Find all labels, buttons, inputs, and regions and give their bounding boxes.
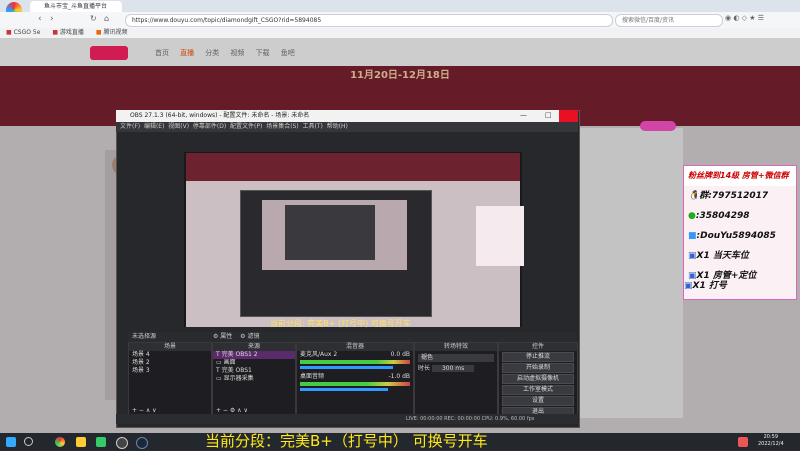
tray-icon[interactable]: [738, 437, 748, 447]
stream-subtitle: 当前分段：完美B+（打号中） 可换号开车: [205, 432, 488, 450]
mixer-meter: [300, 360, 410, 364]
menu-view[interactable]: 视图(V): [168, 123, 189, 130]
forward-icon[interactable]: ›: [50, 14, 54, 24]
bookmarks-bar: ■ CSGO 5e ■ 游戏直播 ■ 腾讯视频: [0, 28, 800, 38]
scenes-header: 场景: [129, 343, 211, 351]
controls-dock: 控件 停止推流 开始录制 启动虚拟摄像机 工作室模式 设置 退出: [498, 342, 578, 417]
obs-window-title: OBS 27.1.3 (64-bit, windows) - 配置文件: 未命名…: [130, 112, 310, 119]
source-item[interactable]: ▭ 显示器采集: [213, 375, 295, 383]
scene-item[interactable]: 场景 3: [129, 367, 211, 375]
transitions-dock: 转场特效 褪色 时长 300 ms: [414, 342, 498, 416]
windows-start-icon[interactable]: [6, 437, 16, 447]
volume-slider[interactable]: [300, 388, 389, 391]
search-input[interactable]: 搜索微信/百度/资讯: [615, 14, 723, 27]
bookmark-icon: ■: [52, 29, 58, 36]
menu-help[interactable]: 帮助(H): [327, 123, 348, 130]
address-bar[interactable]: https://www.douyu.com/topic/diamondgift_…: [125, 14, 613, 27]
clock-time: 20:59: [763, 434, 779, 440]
source-toolbar: 未选择源 ⚙ 属性 ⚙ 滤镜: [128, 332, 576, 342]
steam-icon[interactable]: [136, 437, 148, 449]
volume-slider[interactable]: [300, 366, 393, 369]
bookmark-icon: ■: [6, 29, 12, 36]
chrome-icon[interactable]: [55, 437, 65, 447]
preview-banner: [186, 153, 520, 181]
home-icon[interactable]: ⌂: [104, 14, 109, 23]
obs-close-icon[interactable]: [559, 110, 578, 122]
no-source-label: 未选择源: [132, 333, 157, 340]
duration-input[interactable]: 300 ms: [431, 365, 475, 372]
sources-header: 来源: [213, 343, 295, 351]
mixer-channel-name: 桌面音频 -1.0 dB: [300, 373, 410, 380]
douyu-icon: ■: [688, 231, 697, 241]
mixer-channel-name: 麦克风/Aux 2 0.0 dB: [300, 351, 410, 358]
side-line-douyu: ■:DouYu5894085: [688, 231, 776, 241]
menu-edit[interactable]: 编辑(E): [144, 123, 164, 130]
transition-select[interactable]: 褪色: [418, 354, 494, 362]
bookmark-icon: ■: [95, 29, 102, 36]
filters-button[interactable]: ⚙ 滤镜: [240, 333, 259, 340]
taskbar-clock[interactable]: 20:59 2022/12/4: [758, 434, 784, 448]
virtual-camera-button[interactable]: 启动虚拟摄像机: [502, 374, 574, 384]
side-panel-title: 粉丝牌到14级 房管+微信群: [684, 166, 796, 186]
tab-title: 鱼斗市宝_斗鱼直播平台: [44, 3, 108, 10]
search-icon[interactable]: [24, 437, 33, 446]
obs-title-bar: OBS 27.1.3 (64-bit, windows) - 配置文件: 未命名…: [116, 110, 578, 122]
controls-header: 控件: [499, 343, 577, 351]
start-recording-button[interactable]: 开始录制: [502, 363, 574, 373]
sources-dock: 来源 T 完美 OBS1 2 ▭ 画面 T 完美 OBS1 ▭ 显示器采集 + …: [212, 342, 296, 416]
obs-status-bar: LIVE: 00:00:00 REC: 00:00:00 CPU: 0.9%, …: [116, 414, 578, 424]
extensions-icon[interactable]: ◉ ◐ ◇ ★ ☰: [725, 14, 785, 25]
reload-icon[interactable]: ↻: [90, 14, 97, 23]
card-icon: ▣: [688, 251, 697, 261]
settings-button[interactable]: 设置: [502, 396, 574, 406]
studio-mode-button[interactable]: 工作室模式: [502, 385, 574, 395]
preview-subtitle: 当前分段: 完美B+ (打号中) 可换号开车: [270, 319, 411, 328]
side-line-car: ▣X1 当天车位: [688, 251, 749, 261]
preview-side-panel: [476, 206, 524, 266]
menu-profile[interactable]: 配置文件(P): [230, 123, 262, 130]
bookmark-item[interactable]: 腾讯视频: [103, 29, 127, 36]
menu-tools[interactable]: 工具(T): [303, 123, 323, 130]
menu-docks[interactable]: 停靠部件(D): [193, 123, 226, 130]
clock-date: 2022/12/4: [758, 441, 784, 447]
properties-button[interactable]: ⚙ 属性: [213, 333, 232, 340]
source-item[interactable]: ▭ 画面: [213, 359, 295, 367]
app-icon[interactable]: [96, 437, 106, 447]
mixer-dock: 混音器 麦克风/Aux 2 0.0 dB 桌面音频 -1.0 dB: [296, 342, 414, 416]
mixer-meter: [300, 382, 410, 386]
back-icon[interactable]: ‹: [38, 14, 42, 24]
qq-icon: 🐧: [688, 191, 700, 201]
scene-item[interactable]: 场景 4: [129, 351, 211, 359]
folder-icon[interactable]: [76, 437, 86, 447]
wechat-icon: ●: [688, 211, 696, 221]
scene-item[interactable]: 场景 2: [129, 359, 211, 367]
side-line-wechat: ●:35804298: [688, 211, 750, 221]
menu-file[interactable]: 文件(F): [116, 123, 140, 130]
source-item[interactable]: T 完美 OBS1 2: [213, 351, 295, 359]
stop-streaming-button[interactable]: 停止推流: [502, 352, 574, 362]
transitions-header: 转场特效: [415, 343, 497, 351]
status-text: LIVE: 00:00:00 REC: 00:00:00 CPU: 0.9%, …: [406, 416, 535, 422]
bookmark-item[interactable]: CSGO 5e: [14, 29, 41, 36]
menu-scene-collection[interactable]: 场景集合(S): [266, 123, 299, 130]
bookmark-item[interactable]: 游戏直播: [60, 29, 84, 36]
source-item[interactable]: T 完美 OBS1: [213, 367, 295, 375]
mixer-header: 混音器: [297, 343, 413, 351]
tab-douyu[interactable]: 鱼斗市宝_斗鱼直播平台: [30, 1, 122, 12]
side-line-group: 🐧群:797512017: [688, 191, 769, 201]
obs-minimize-icon[interactable]: —: [520, 111, 527, 119]
duration-row: 时长 300 ms: [415, 365, 497, 373]
obs-icon[interactable]: [116, 437, 128, 449]
preview-nested-obs-2: [285, 205, 375, 260]
card-icon: ▣: [684, 281, 693, 291]
side-line-boost: ▣X1 打号: [684, 281, 727, 291]
obs-maximize-icon[interactable]: □: [545, 111, 552, 119]
scenes-dock: 场景 场景 4 场景 2 场景 3 + − ∧ ∨: [128, 342, 212, 416]
obs-menu-bar: 文件(F) 编辑(E) 视图(V) 停靠部件(D) 配置文件(P) 场景集合(S…: [116, 122, 578, 132]
